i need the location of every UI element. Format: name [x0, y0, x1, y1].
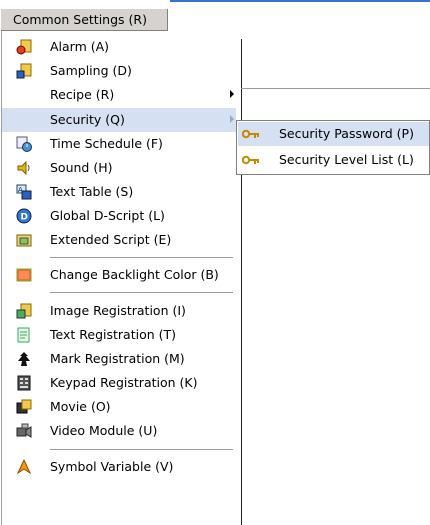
menu-item-label: Extended Script (E) [50, 232, 172, 247]
menu-item-change-backlight-color[interactable]: Change Backlight Color (B) [2, 263, 236, 287]
menu-item-time-schedule[interactable]: Time Schedule (F) [2, 132, 236, 156]
menu-item-label: Security (Q) [50, 112, 125, 127]
menu-item-label: Global D-Script (L) [50, 208, 165, 223]
text-table-icon: A [16, 184, 32, 200]
extended-script-icon [16, 232, 32, 248]
svg-text:D: D [21, 213, 28, 223]
menu-item-alarm[interactable]: Alarm (A) [2, 35, 236, 59]
menu-item-label: Sampling (D) [50, 63, 132, 78]
video-module-icon [16, 423, 32, 439]
menu-item-extended-script[interactable]: Extended Script (E) [2, 228, 236, 252]
menu-item-sound[interactable]: Sound (H) [2, 156, 236, 180]
submenu-arrow-icon [230, 90, 234, 98]
menu-item-video-module[interactable]: Video Module (U) [2, 419, 236, 443]
menu-item-label: Symbol Variable (V) [50, 459, 174, 474]
background-divider [241, 39, 242, 525]
text-registration-icon [16, 327, 32, 343]
menu-item-label: Mark Registration (M) [50, 351, 185, 366]
menu-item-security[interactable]: Security (Q) [2, 108, 236, 132]
image-registration-icon [16, 303, 32, 319]
menu-item-recipe[interactable]: Recipe (R) [2, 83, 236, 107]
menu-item-label: Text Table (S) [50, 184, 134, 199]
menu-separator [50, 257, 233, 258]
submenu-item-security-password[interactable]: Security Password (P) [238, 122, 429, 146]
menu-item-text-table[interactable]: A Text Table (S) [2, 180, 236, 204]
menu-item-keypad-registration[interactable]: Keypad Registration (K) [2, 371, 236, 395]
submenu-item-label: Security Level List (L) [279, 152, 414, 167]
menu-item-label: Video Module (U) [50, 423, 158, 438]
submenu-item-security-level-list[interactable]: Security Level List (L) [238, 148, 429, 172]
menu-item-label: Recipe (R) [50, 87, 115, 102]
menu-item-label: Sound (H) [50, 160, 113, 175]
alarm-icon [16, 39, 32, 55]
sound-icon [16, 160, 32, 176]
menu-item-label: Change Backlight Color (B) [50, 267, 219, 282]
window-title-strip [0, 0, 430, 9]
menu-item-mark-registration[interactable]: Mark Registration (M) [2, 347, 236, 371]
menu-item-label: Image Registration (I) [50, 303, 186, 318]
keypad-registration-icon [16, 375, 32, 391]
key-icon [241, 153, 260, 167]
submenu-arrow-icon [230, 115, 234, 123]
menu-item-label: Time Schedule (F) [50, 136, 163, 151]
menu-item-global-d-script[interactable]: D Global D-Script (L) [2, 204, 236, 228]
menu-item-symbol-variable[interactable]: Symbol Variable (V) [2, 455, 236, 479]
menu-item-movie[interactable]: Movie (O) [2, 395, 236, 419]
background-divider [241, 88, 430, 89]
menu-item-sampling[interactable]: Sampling (D) [2, 59, 236, 83]
menu-item-text-registration[interactable]: Text Registration (T) [2, 323, 236, 347]
movie-icon [16, 399, 32, 415]
menu-separator [50, 292, 233, 293]
time-schedule-icon [16, 136, 32, 152]
menu-item-label: Keypad Registration (K) [50, 375, 198, 390]
menu-item-label: Text Registration (T) [50, 327, 176, 342]
security-submenu: Security Password (P) Security Level Lis… [236, 120, 430, 175]
global-d-script-icon: D [16, 208, 32, 224]
menu-item-label: Movie (O) [50, 399, 111, 414]
backlight-color-icon [16, 267, 32, 283]
menu-item-image-registration[interactable]: Image Registration (I) [2, 299, 236, 323]
sampling-icon [16, 63, 32, 79]
common-settings-menu: Alarm (A) Sampling (D) Recipe (R) Securi… [1, 31, 236, 525]
menubar-common-settings[interactable]: Common Settings (R) [1, 9, 168, 31]
menubar-common-settings-label: Common Settings (R) [13, 12, 147, 27]
menu-item-label: Alarm (A) [50, 39, 110, 54]
menu-separator [50, 449, 233, 450]
symbol-variable-icon [16, 458, 32, 475]
submenu-item-label: Security Password (P) [279, 126, 414, 141]
mark-registration-icon [16, 351, 32, 367]
key-icon [241, 127, 260, 141]
